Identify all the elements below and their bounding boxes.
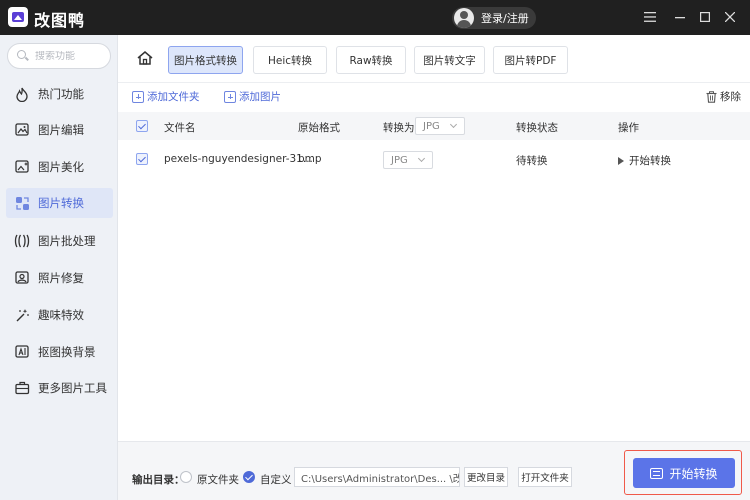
sidebar-item-image-edit[interactable]: 图片编辑	[6, 115, 113, 145]
radio-source-folder[interactable]	[180, 471, 192, 483]
row-format-value: JPG	[391, 154, 408, 166]
tab-raw-convert[interactable]: Raw转换	[336, 46, 406, 74]
search-icon	[17, 50, 29, 62]
sidebar-item-fun-effects[interactable]: 趣味特效	[6, 300, 113, 330]
cutout-icon	[14, 344, 30, 360]
row-status: 待转换	[516, 155, 548, 167]
remove-label: 移除	[720, 91, 741, 103]
select-all-checkbox[interactable]	[136, 120, 148, 132]
sidebar-item-hot[interactable]: 热门功能	[6, 79, 113, 109]
main-panel: 图片格式转换 Heic转换 Raw转换 图片转文字 图片转PDF 添加文件夹 添…	[118, 35, 750, 500]
chevron-down-icon	[449, 120, 458, 129]
output-bar: 输出目录： 原文件夹 自定义 C:\Users\Administrator\De…	[118, 441, 750, 500]
sidebar: 热门功能 图片编辑 图片美化 图片转换 图片批处理 照片修复 趣味特效	[0, 35, 118, 500]
play-icon	[618, 156, 624, 165]
app-title: 改图鸭	[34, 11, 86, 30]
header-action: 操作	[618, 122, 639, 134]
header-original-format: 原始格式	[298, 122, 340, 134]
header-convert-to: 转换为	[383, 122, 415, 134]
sidebar-item-label: 热门功能	[38, 87, 84, 101]
radio-custom[interactable]	[243, 471, 255, 483]
header-filename: 文件名	[164, 122, 196, 134]
chevron-down-icon	[417, 154, 426, 163]
radio-custom-label: 自定义	[260, 474, 292, 486]
row-start-convert-button[interactable]: 开始转换	[618, 153, 671, 168]
maximize-icon[interactable]	[697, 9, 713, 25]
open-folder-button[interactable]: 打开文件夹	[518, 467, 572, 487]
magic-wand-icon	[14, 307, 30, 323]
tab-image-to-text[interactable]: 图片转文字	[414, 46, 485, 74]
batch-format-select[interactable]: JPG	[415, 117, 465, 135]
login-label: 登录/注册	[481, 12, 529, 25]
minimize-icon[interactable]	[672, 9, 688, 25]
add-folder-icon	[132, 90, 144, 103]
avatar-icon	[454, 8, 474, 28]
add-image-label: 添加图片	[239, 91, 281, 103]
row-filename: pexels-nguyendesigner-31...	[164, 153, 313, 165]
menu-icon[interactable]	[642, 9, 658, 25]
image-beautify-icon	[14, 159, 30, 175]
radio-source-folder-label: 原文件夹	[197, 474, 239, 486]
sidebar-item-image-convert[interactable]: 图片转换	[6, 188, 113, 218]
tab-image-format-convert[interactable]: 图片格式转换	[168, 46, 243, 74]
tab-image-to-pdf[interactable]: 图片转PDF	[493, 46, 568, 74]
app-logo-icon	[8, 7, 28, 27]
add-image-icon	[224, 90, 236, 103]
sidebar-item-label: 图片转换	[38, 196, 84, 210]
sidebar-item-label: 趣味特效	[38, 308, 84, 322]
sidebar-item-photo-repair[interactable]: 照片修复	[6, 263, 113, 293]
sidebar-item-label: 图片编辑	[38, 123, 84, 137]
start-convert-label: 开始转换	[669, 466, 718, 481]
sidebar-item-label: 照片修复	[38, 271, 84, 285]
sidebar-item-label: 更多图片工具	[38, 381, 107, 395]
remove-button[interactable]: 移除	[706, 89, 741, 104]
image-convert-icon	[14, 195, 30, 211]
output-path-field[interactable]: C:\Users\Administrator\Des... \改图鸭	[294, 467, 460, 487]
login-button[interactable]: 登录/注册	[452, 7, 536, 29]
close-icon[interactable]	[722, 9, 738, 25]
row-action-label: 开始转换	[629, 155, 671, 167]
tab-divider	[118, 82, 750, 83]
photo-repair-icon	[14, 270, 30, 286]
tab-heic-convert[interactable]: Heic转换	[253, 46, 327, 74]
image-edit-icon	[14, 122, 30, 138]
search-box[interactable]	[7, 43, 111, 69]
trash-icon	[706, 90, 717, 103]
sidebar-item-image-beautify[interactable]: 图片美化	[6, 152, 113, 182]
sidebar-item-label: 抠图换背景	[38, 345, 96, 359]
toolbox-icon	[14, 380, 30, 396]
sidebar-item-cutout[interactable]: 抠图换背景	[6, 337, 113, 367]
row-checkbox[interactable]	[136, 153, 148, 165]
sidebar-item-batch[interactable]: 图片批处理	[6, 226, 113, 256]
home-icon[interactable]	[136, 50, 156, 70]
sidebar-item-label: 图片批处理	[38, 234, 96, 248]
convert-icon	[650, 467, 664, 479]
add-folder-button[interactable]: 添加文件夹	[132, 89, 200, 104]
add-folder-label: 添加文件夹	[147, 91, 200, 103]
batch-format-value: JPG	[423, 120, 440, 132]
header-status: 转换状态	[516, 122, 558, 134]
sidebar-item-more-tools[interactable]: 更多图片工具	[6, 373, 113, 403]
batch-icon	[14, 233, 30, 249]
output-dir-label: 输出目录：	[132, 474, 185, 486]
add-image-button[interactable]: 添加图片	[224, 89, 281, 104]
start-convert-button[interactable]: 开始转换	[633, 458, 735, 488]
sidebar-item-label: 图片美化	[38, 160, 84, 174]
flame-icon	[14, 86, 30, 102]
title-bar: 改图鸭 登录/注册	[0, 0, 750, 35]
start-button-highlight: 开始转换	[624, 450, 742, 495]
search-input[interactable]	[35, 50, 105, 62]
row-original-format: bmp	[298, 153, 322, 165]
row-format-select[interactable]: JPG	[383, 151, 433, 169]
change-dir-button[interactable]: 更改目录	[464, 467, 508, 487]
